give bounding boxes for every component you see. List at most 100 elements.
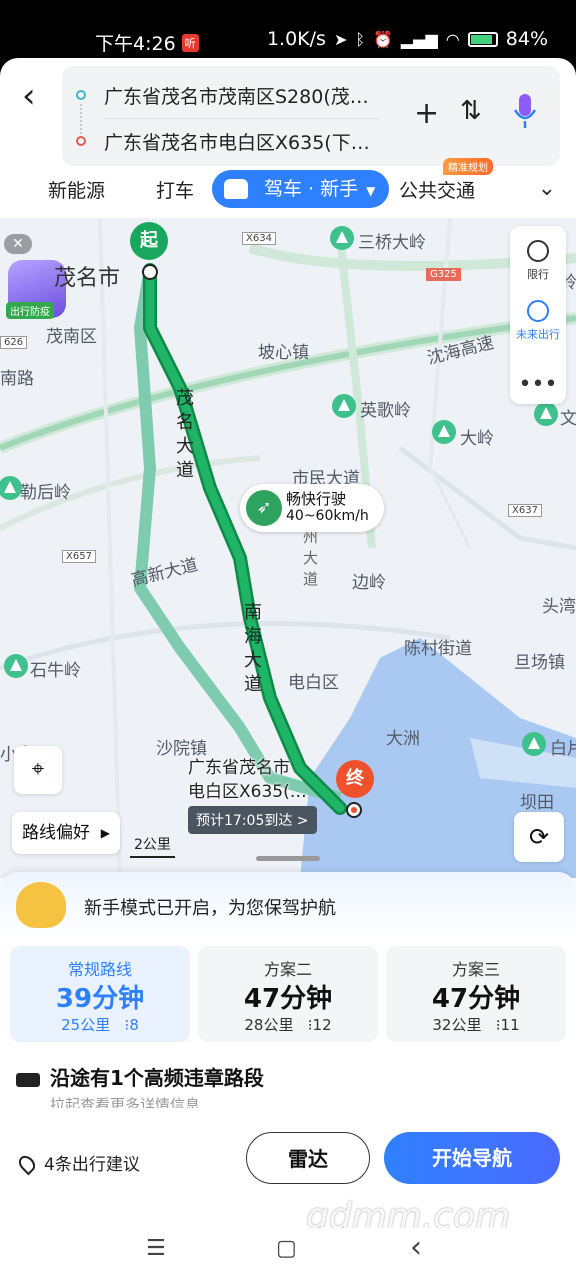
map-label-chencun: 陈村街道 xyxy=(404,639,472,659)
more-icon[interactable]: ••• xyxy=(510,372,566,397)
tab-public-transit[interactable]: 公共交通 xyxy=(399,176,475,203)
destination-label: 广东省茂名市 电白区X635(… xyxy=(188,756,307,804)
map-label-dazhou: 大洲 xyxy=(386,729,420,749)
violation-notice[interactable]: 沿途有1个高频违章路段 xyxy=(16,1062,264,1091)
end-pin[interactable]: 终 xyxy=(336,760,374,798)
map-label-nanlu: 南路 xyxy=(0,369,34,389)
start-navigation-button[interactable]: 开始导航 xyxy=(384,1132,560,1184)
home-icon[interactable]: ▢ xyxy=(276,1236,297,1261)
caret-down-icon: ▼ xyxy=(366,184,376,198)
eta-badge[interactable]: 预计17:05到达 > xyxy=(188,806,317,834)
divider xyxy=(104,118,380,119)
destination-line1: 广东省茂名市 xyxy=(188,758,290,778)
novice-banner: 新手模式已开启，为您保驾护航 xyxy=(0,872,576,938)
menu-icon[interactable]: ☰ xyxy=(146,1236,166,1261)
mascot-icon xyxy=(16,882,66,928)
pin-icon xyxy=(15,1152,39,1176)
location-icon: ➤ xyxy=(333,29,348,49)
caret-right-icon: ▶ xyxy=(100,826,110,840)
traffic-light-icon: ⁝ xyxy=(298,1016,313,1034)
map-label-dianbai: 电白区 xyxy=(288,673,339,693)
route-meta: 25公里 ⁝8 xyxy=(10,1014,190,1035)
refresh-icon[interactable]: ⟳ xyxy=(514,812,564,862)
close-icon[interactable]: ✕ xyxy=(4,234,32,254)
timer-icon xyxy=(527,300,549,322)
route-distance: 28公里 xyxy=(244,1016,294,1034)
mascot-label: 出行防疫 xyxy=(6,302,54,319)
battery-percent: 84% xyxy=(505,28,548,50)
route-meta: 32公里 ⁝11 xyxy=(386,1014,566,1035)
road-tag: X634 xyxy=(242,232,276,245)
route-time: 47分钟 xyxy=(243,984,333,1014)
route-name: 常规路线 xyxy=(67,960,132,979)
car-icon xyxy=(224,179,248,199)
route-input-box: 广东省茂名市茂南区S280(茂… 广东省茂名市电白区X635(下… + ⇅ xyxy=(62,66,560,166)
mountain-icon xyxy=(534,402,558,426)
camera-icon xyxy=(16,1072,40,1087)
end-dot-icon xyxy=(76,136,86,146)
microphone-icon[interactable] xyxy=(512,88,538,136)
drag-handle[interactable] xyxy=(256,856,320,861)
mountain-icon xyxy=(522,732,546,756)
precise-planning-tag: 精准规划 xyxy=(443,158,493,175)
battery-icon xyxy=(467,31,498,47)
map-label-toushi: 头湾 xyxy=(542,597,576,617)
chevron-down-icon[interactable]: ⌄ xyxy=(538,176,556,201)
limit-icon xyxy=(527,240,549,262)
road-label-nanhai: 南海大道 xyxy=(241,602,262,698)
future-trip-button[interactable]: 未来出行 xyxy=(510,300,566,342)
map-label-bacheng: 坝田 xyxy=(520,793,554,813)
map-label-dashan: 大岭 xyxy=(460,429,494,449)
start-address-field[interactable]: 广东省茂名市茂南区S280(茂… xyxy=(104,82,404,109)
traffic-light-icon: ⁝ xyxy=(486,1016,501,1034)
traffic-limit-button[interactable]: 限行 xyxy=(510,240,566,282)
transport-modes: 新能源 打车 驾车 · 新手 ▼ 公共交通 ⌄ xyxy=(0,170,576,210)
route-lights: 8 xyxy=(129,1016,139,1034)
map-scale: 2公里 xyxy=(130,834,175,858)
chevron-left-icon[interactable]: ‹ xyxy=(22,76,48,116)
speed-title: 畅快行驶 xyxy=(286,490,347,508)
map-label-city: 茂名市 xyxy=(54,266,121,291)
route-preference-button[interactable]: 路线偏好 ▶ xyxy=(12,812,120,854)
radar-button[interactable]: 雷达 xyxy=(246,1132,370,1184)
route-option-3[interactable]: 方案三 47分钟 32公里 ⁝11 xyxy=(386,946,566,1042)
swap-icon[interactable]: ⇅ xyxy=(460,96,482,126)
tab-drive-novice[interactable]: 驾车 · 新手 ▼ xyxy=(212,170,390,208)
route-time: 47分钟 xyxy=(431,984,521,1014)
route-distance: 25公里 xyxy=(61,1016,111,1034)
tab-taxi[interactable]: 打车 xyxy=(156,176,194,203)
rocket-icon: ➶ xyxy=(246,490,282,526)
network-speed: 1.0K/s xyxy=(266,28,326,50)
map-label-maonan: 茂南区 xyxy=(46,327,97,347)
limit-label: 限行 xyxy=(527,268,549,281)
route-header: ‹ 广东省茂名市茂南区S280(茂… 广东省茂名市电白区X635(下… + ⇅ … xyxy=(0,58,576,220)
alarm-icon: ⏰ xyxy=(372,29,393,49)
locate-icon[interactable]: ⌖ xyxy=(14,746,62,794)
speed-bubble[interactable]: ➶ 畅快行驶 40~60km/h xyxy=(240,484,384,532)
route-lights: 12 xyxy=(312,1016,332,1034)
back-icon[interactable]: ‹ xyxy=(410,1230,422,1265)
add-waypoint-button[interactable]: + xyxy=(414,96,439,131)
travel-advice-button[interactable]: 4条出行建议 xyxy=(15,1150,140,1176)
future-label: 未来出行 xyxy=(516,328,560,341)
map-label-baishan: 白片 xyxy=(550,739,576,759)
start-pin[interactable]: 起 xyxy=(130,222,168,260)
map-label-leho: 勒后岭 xyxy=(20,483,71,503)
map-view[interactable]: ✕ 出行防疫 茂名市 茂南区 南路 坡心镇 三桥大岭 英歌岭 大岭 文 岭 勒后… xyxy=(0,218,576,878)
signal-icon: ▂▄▆ xyxy=(400,29,438,49)
route-option-1[interactable]: 常规路线 39分钟 25公里 ⁝8 xyxy=(10,946,190,1042)
map-label-shiniu: 石牛岭 xyxy=(30,661,81,681)
route-option-2[interactable]: 方案二 47分钟 28公里 ⁝12 xyxy=(198,946,378,1042)
advice-label: 4条出行建议 xyxy=(44,1155,140,1175)
destination-line2: 电白区X635(… xyxy=(188,782,307,802)
road-tag: X657 xyxy=(62,550,96,563)
map-label-bianling: 边岭 xyxy=(352,573,386,593)
route-meta: 28公里 ⁝12 xyxy=(198,1014,378,1035)
start-dot-icon xyxy=(76,90,86,100)
mountain-icon xyxy=(330,226,354,250)
tab-new-energy[interactable]: 新能源 xyxy=(48,176,105,203)
mountain-icon xyxy=(4,654,28,678)
route-distance: 32公里 xyxy=(432,1016,482,1034)
map-label-sanqiao: 三桥大岭 xyxy=(358,233,426,253)
end-address-field[interactable]: 广东省茂名市电白区X635(下… xyxy=(104,128,404,155)
